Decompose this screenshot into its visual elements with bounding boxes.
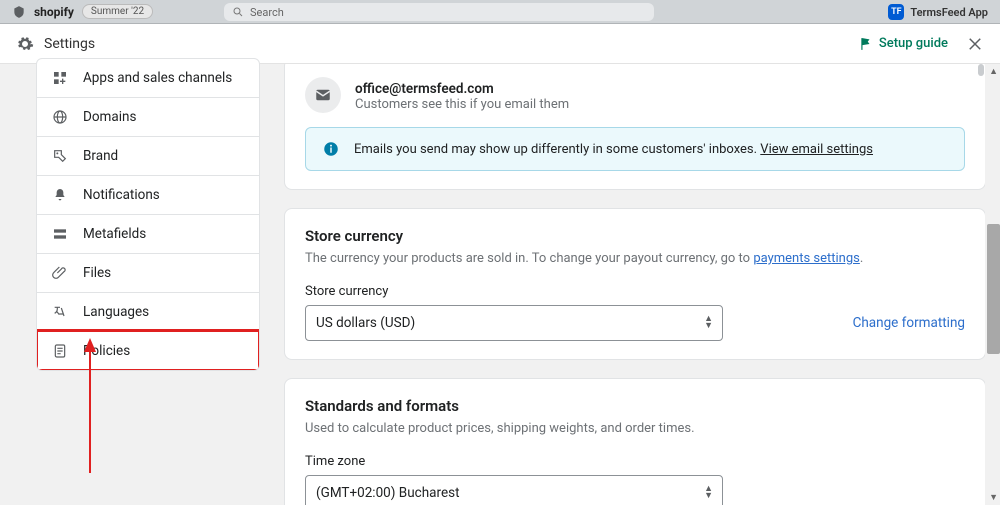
settings-sidebar: Apps and sales channels Domains Brand No… xyxy=(0,64,260,505)
sidebar-item-label: Notifications xyxy=(83,187,160,203)
sender-email: office@termsfeed.com xyxy=(355,81,494,97)
currency-title: Store currency xyxy=(305,227,965,245)
setup-guide-label: Setup guide xyxy=(879,36,948,51)
flag-icon xyxy=(859,37,873,51)
sidebar-item-domains[interactable]: Domains xyxy=(37,97,259,136)
store-currency-select[interactable]: US dollars (USD) ▲▼ xyxy=(305,305,723,341)
currency-subtitle: The currency your products are sold in. … xyxy=(305,251,965,266)
sidebar-item-brand[interactable]: Brand xyxy=(37,136,259,175)
sidebar-item-label: Brand xyxy=(83,148,118,164)
store-currency-field: Store currency US dollars (USD) ▲▼ Chang… xyxy=(305,284,965,341)
standards-card: Standards and formats Used to calculate … xyxy=(284,378,986,505)
sidebar-item-label: Metafields xyxy=(83,226,146,242)
paperclip-icon xyxy=(51,264,69,282)
mail-icon xyxy=(305,77,341,113)
change-formatting-link[interactable]: Change formatting xyxy=(853,315,965,331)
timezone-field: Time zone (GMT+02:00) Bucharest ▲▼ xyxy=(305,454,965,505)
user-avatar-icon: TF xyxy=(888,4,904,20)
scrollbar-thumb[interactable] xyxy=(987,224,1000,354)
sidebar-item-label: Files xyxy=(83,265,111,281)
timezone-label: Time zone xyxy=(305,454,965,469)
scroll-up-icon: ▲ xyxy=(989,66,998,77)
email-card: office@termsfeed.com Customers see this … xyxy=(284,64,986,190)
user-name: TermsFeed App xyxy=(910,6,988,19)
sidebar-item-files[interactable]: Files xyxy=(37,253,259,292)
sidebar-item-label: Policies xyxy=(83,343,130,359)
sidebar-item-languages[interactable]: Languages xyxy=(37,292,259,331)
brand-icon xyxy=(51,147,69,165)
timezone-select[interactable]: (GMT+02:00) Bucharest ▲▼ xyxy=(305,475,723,505)
search-placeholder: Search xyxy=(250,6,284,19)
sidebar-list: Apps and sales channels Domains Brand No… xyxy=(36,58,260,371)
sender-email-caption: Customers see this if you email them xyxy=(355,97,569,112)
timezone-value: (GMT+02:00) Bucharest xyxy=(305,475,723,505)
background-search: Search xyxy=(224,3,654,21)
metafields-icon xyxy=(51,225,69,243)
standards-title: Standards and formats xyxy=(305,397,965,415)
payments-settings-link[interactable]: payments settings xyxy=(753,251,860,266)
email-info-banner: Emails you send may show up differently … xyxy=(305,127,965,171)
sidebar-item-label: Domains xyxy=(83,109,136,125)
sender-email-row[interactable]: office@termsfeed.com Customers see this … xyxy=(305,77,965,113)
brand-text: shopify xyxy=(34,5,74,19)
sidebar-item-policies[interactable]: Policies xyxy=(37,331,259,370)
globe-icon xyxy=(51,108,69,126)
page-scrollbar[interactable]: ▲ ▼ xyxy=(985,64,1000,505)
sidebar-item-label: Apps and sales channels xyxy=(83,70,232,86)
select-caret-icon: ▲▼ xyxy=(704,486,713,500)
gear-icon xyxy=(16,35,34,53)
edition-pill: Summer '22 xyxy=(82,4,153,19)
shopify-logo-icon xyxy=(12,5,26,19)
setup-guide-link[interactable]: Setup guide xyxy=(859,36,948,51)
sidebar-item-apps[interactable]: Apps and sales channels xyxy=(37,59,259,97)
info-icon xyxy=(322,140,340,158)
sidebar-item-label: Languages xyxy=(83,304,149,320)
search-icon xyxy=(232,6,244,18)
bell-icon xyxy=(51,186,69,204)
select-caret-icon: ▲▼ xyxy=(704,316,713,330)
settings-body: Apps and sales channels Domains Brand No… xyxy=(0,64,1000,505)
languages-icon xyxy=(51,303,69,321)
inner-scroll-indicator xyxy=(978,64,984,76)
standards-subtitle: Used to calculate product prices, shippi… xyxy=(305,421,965,436)
settings-main: office@termsfeed.com Customers see this … xyxy=(260,64,1000,505)
close-icon xyxy=(966,35,984,53)
view-email-settings-link[interactable]: View email settings xyxy=(760,142,873,157)
apps-icon xyxy=(51,69,69,87)
banner-text: Emails you send may show up differently … xyxy=(354,142,873,157)
sidebar-item-notifications[interactable]: Notifications xyxy=(37,175,259,214)
background-topbar: shopify Summer '22 Search TF TermsFeed A… xyxy=(0,0,1000,24)
close-button[interactable] xyxy=(966,35,984,53)
background-user: TF TermsFeed App xyxy=(888,0,988,24)
scroll-down-icon: ▼ xyxy=(989,492,998,503)
store-currency-card: Store currency The currency your product… xyxy=(284,208,986,360)
policies-icon xyxy=(51,342,69,360)
sidebar-item-metafields[interactable]: Metafields xyxy=(37,214,259,253)
store-currency-label: Store currency xyxy=(305,284,965,299)
modal-title: Settings xyxy=(44,36,95,52)
store-currency-value: US dollars (USD) xyxy=(305,305,723,341)
